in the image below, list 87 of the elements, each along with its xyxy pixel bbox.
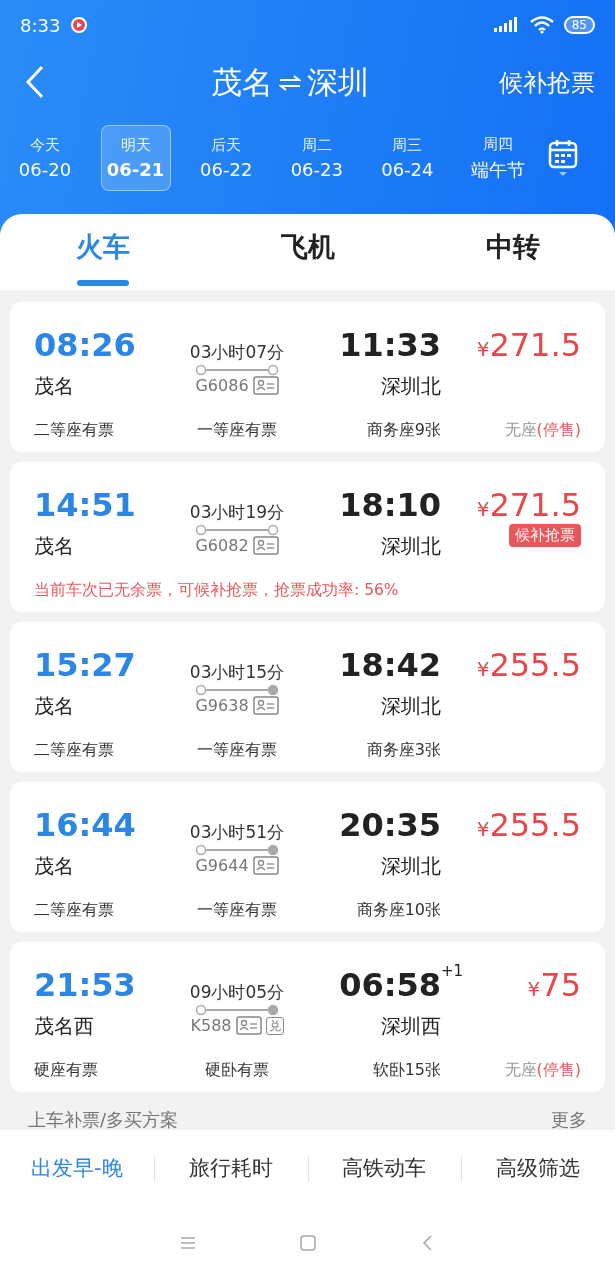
departure-station: 茂名	[34, 532, 75, 560]
departure-station: 茂名	[34, 852, 75, 880]
seat-availability: 无座(停售)	[504, 1059, 581, 1081]
seat-availability: 二等座有票	[34, 419, 114, 441]
departure-time: 16:44	[34, 806, 137, 844]
record-icon	[70, 16, 89, 34]
next-day-mark: +1	[440, 962, 463, 980]
filter-tab[interactable]: 出发早-晚	[0, 1130, 154, 1206]
seat-availability: 硬卧有票	[205, 1059, 269, 1081]
wifi-icon	[529, 16, 554, 34]
seat-availability: 商务座10张	[356, 899, 441, 921]
origin-city: 茂名	[210, 62, 273, 102]
departure-time: 15:27	[34, 646, 137, 684]
train-card[interactable]: 15:27 03小时15分 18:42 ¥255.5 茂名 G9638 深圳北 二等座有票 一等座有票 商务座3张	[10, 622, 605, 772]
departure-time: 14:51	[34, 486, 137, 524]
departure-station: 茂名西	[34, 1012, 95, 1040]
trip-duration: 09小时05分	[189, 981, 285, 1004]
arrival-time: 20:35	[339, 806, 441, 844]
ticket-price: ¥255.5	[476, 646, 581, 684]
arrival-station: 深圳北	[381, 692, 441, 720]
waitlist-button[interactable]: 候补抢票	[509, 524, 581, 547]
trip-duration: 03小时19分	[189, 501, 285, 524]
waitlist-notice: 当前车次已无余票，可候补抢票，抢票成功率: 56%	[34, 579, 400, 601]
seat-availability: 一等座有票	[197, 739, 277, 761]
date-tab[interactable]: 今天 06-20	[10, 125, 80, 191]
train-card[interactable]: 16:44 03小时51分 20:35 ¥255.5 茂名 G9644 深圳北 二等座有票 一等座有票 商务座10张	[10, 782, 605, 932]
trip-duration: 03小时51分	[189, 821, 285, 844]
departure-station: 茂名	[34, 692, 75, 720]
id-card-icon	[252, 856, 279, 875]
train-number: G6082	[195, 536, 249, 555]
ticket-price: ¥271.5	[476, 486, 581, 524]
seat-availability: 一等座有票	[197, 419, 277, 441]
destination-city: 深圳	[306, 62, 369, 102]
departure-time: 21:53	[34, 966, 137, 1004]
arrival-station: 深圳北	[381, 532, 441, 560]
mode-tab[interactable]: 中转	[410, 214, 615, 290]
date-tab[interactable]: 周四 端午节	[462, 125, 533, 191]
ticket-price: ¥271.5	[476, 326, 581, 364]
trip-duration: 03小时15分	[189, 661, 285, 684]
date-tab[interactable]: 周三 06-24	[372, 125, 443, 191]
home-button[interactable]	[297, 1233, 318, 1253]
id-card-icon	[252, 696, 279, 715]
arrival-time: 18:10	[339, 486, 441, 524]
more-link[interactable]: 更多	[551, 1108, 587, 1132]
date-tab[interactable]: 周二 06-23	[281, 125, 352, 191]
mode-tab[interactable]: 飞机	[205, 214, 410, 290]
signal-icon	[493, 17, 520, 33]
seat-availability: 商务座9张	[366, 419, 441, 441]
arrival-station: 深圳北	[381, 372, 441, 400]
train-card[interactable]: 08:26 03小时07分 11:33 ¥271.5 茂名 G6086 深圳北 二等座有票 一等座有票 商务座9张 无座(停售)	[10, 302, 605, 452]
arrival-time: 18:42	[339, 646, 441, 684]
train-card[interactable]: 14:51 03小时19分 18:10 ¥271.5 茂名 G6082 深圳北 候补抢票 当前车次已无余票，可候补抢票，抢票成功率: 56%	[10, 462, 605, 612]
swap-icon[interactable]	[278, 74, 301, 91]
train-tag: 兑	[265, 1016, 284, 1035]
train-number: G9644	[195, 856, 249, 875]
train-number: G6086	[195, 376, 249, 395]
section-title: 上车补票/多买方案	[28, 1108, 179, 1132]
departure-time: 08:26	[34, 326, 137, 364]
waitlist-link[interactable]: 候补抢票	[499, 66, 595, 99]
battery-level: 85	[563, 16, 595, 34]
seat-availability: 硬座有票	[34, 1059, 98, 1081]
train-number: G9638	[195, 696, 249, 715]
seat-availability: 二等座有票	[34, 899, 114, 921]
id-card-icon	[252, 536, 279, 555]
filter-tab[interactable]: 旅行耗时	[153, 1130, 308, 1206]
arrival-time: 11:33	[339, 326, 441, 364]
arrival-station: 深圳北	[381, 852, 441, 880]
ticket-price: ¥255.5	[476, 806, 581, 844]
id-card-icon	[252, 376, 279, 395]
ticket-price: ¥75	[527, 966, 581, 1004]
date-tab[interactable]: 明天 06-21	[100, 125, 171, 191]
id-card-icon	[235, 1016, 262, 1035]
calendar-button[interactable]	[547, 138, 578, 178]
arrival-station: 深圳西	[381, 1012, 441, 1040]
seat-availability: 一等座有票	[197, 899, 277, 921]
filter-tab[interactable]: 高铁动车	[307, 1130, 462, 1206]
filter-tab[interactable]: 高级筛选	[461, 1130, 615, 1206]
seat-availability: 二等座有票	[34, 739, 114, 761]
departure-station: 茂名	[34, 372, 75, 400]
date-tab[interactable]: 后天 06-22	[191, 125, 262, 191]
status-time: 8:33	[20, 14, 61, 36]
seat-availability: 软卧15张	[372, 1059, 441, 1081]
train-number: K588	[190, 1016, 232, 1035]
trip-duration: 03小时07分	[189, 341, 285, 364]
mode-tab[interactable]: 火车	[0, 214, 205, 290]
seat-availability: 无座(停售)	[504, 419, 581, 441]
seat-availability: 商务座3张	[366, 739, 441, 761]
